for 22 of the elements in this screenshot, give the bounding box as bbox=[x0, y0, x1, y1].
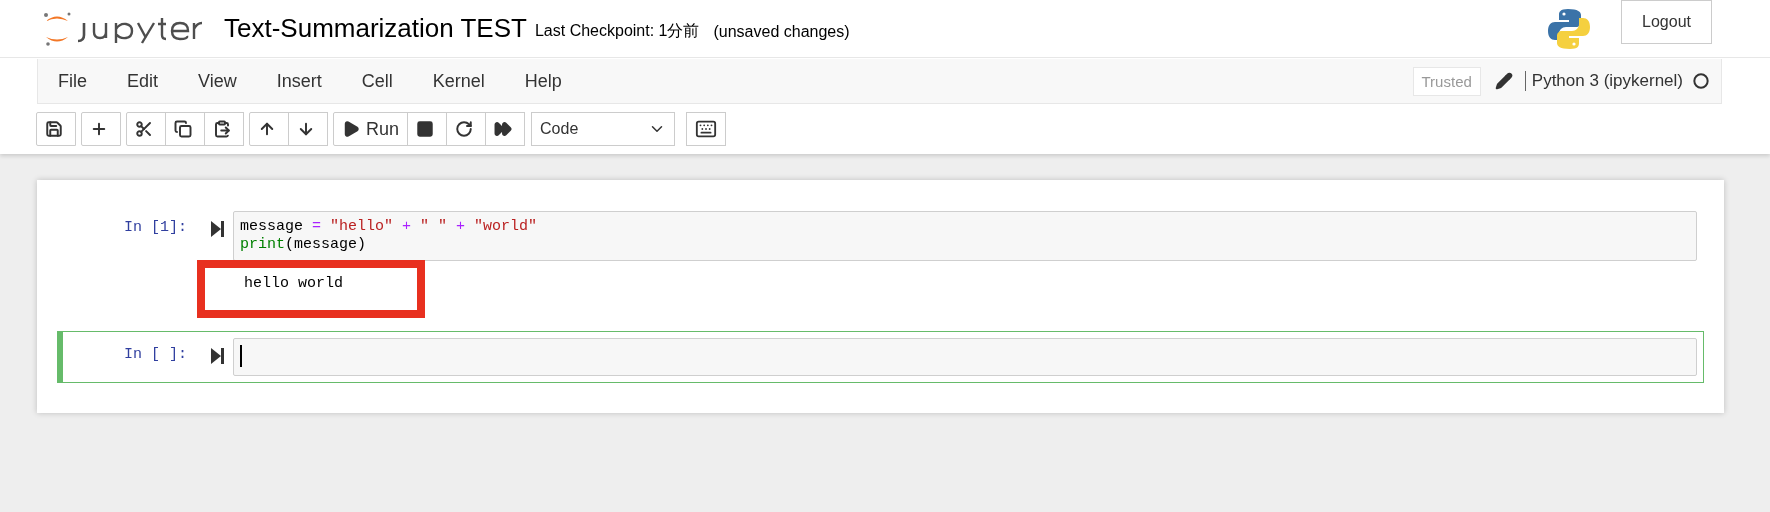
menu-item[interactable]: Help bbox=[504, 70, 582, 92]
save-status-text: (unsaved changes) bbox=[713, 22, 850, 41]
code-line: print(message) bbox=[240, 236, 368, 254]
menu-item[interactable]: Kernel bbox=[412, 70, 505, 92]
checkpoint-text: Last Checkpoint: 1分前 bbox=[534, 21, 700, 41]
notebook-cell[interactable]: In [ ]: bbox=[57, 331, 1704, 383]
menu-item[interactable]: Cell bbox=[341, 70, 413, 92]
menu-item[interactable]: Insert bbox=[256, 70, 342, 92]
cell-prompt: In [ ]: bbox=[123, 345, 187, 363]
menu-item[interactable]: View bbox=[178, 70, 257, 92]
cell-prompt: In [1]: bbox=[123, 218, 187, 236]
cell-type-select[interactable]: Code bbox=[531, 112, 676, 146]
code-line: message = "hello" + " " + "world" bbox=[240, 218, 539, 236]
menu-item[interactable]: File bbox=[38, 70, 107, 92]
code-editor[interactable]: message = "hello" + " " + "world" print(message) bbox=[233, 211, 1697, 261]
run-button[interactable]: Run bbox=[333, 112, 409, 146]
logout-button[interactable]: Logout bbox=[1621, 0, 1712, 44]
menu-item[interactable]: Edit bbox=[107, 70, 179, 92]
notebook-cell[interactable]: In [1]: message = "hello" + " " + "world" print(message) hello world bbox=[57, 204, 1704, 323]
notebook-title[interactable]: Text-Summarization TEST bbox=[224, 13, 527, 44]
kernel-name: Python 3 (ipykernel) bbox=[1524, 71, 1683, 91]
cell-output: hello world bbox=[244, 275, 344, 292]
